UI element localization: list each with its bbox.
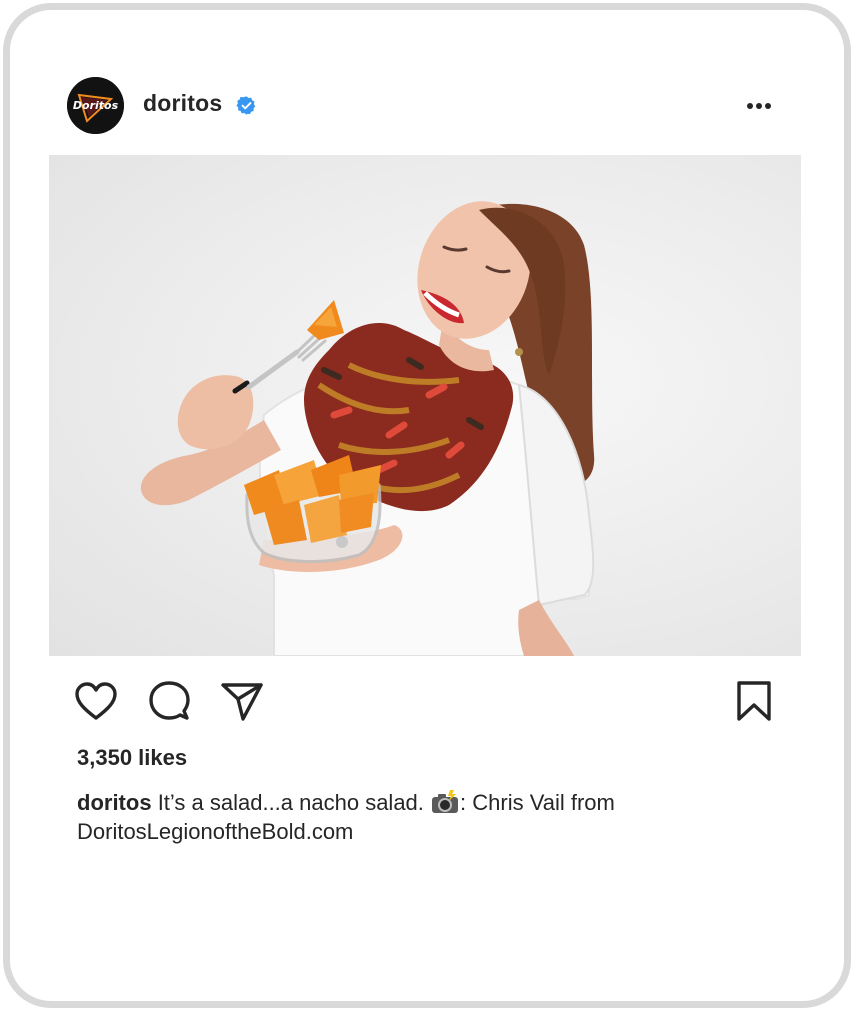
profile-avatar[interactable]: Doritos [67, 77, 124, 134]
caption-link[interactable]: DoritosLegionoftheBold.com [77, 819, 353, 844]
avatar-logo-text: Doritos [73, 99, 119, 112]
comment-icon[interactable] [148, 680, 190, 722]
likes-count[interactable]: 3,350 likes [77, 745, 187, 771]
post-photo[interactable] [49, 155, 801, 656]
bookmark-icon[interactable] [735, 680, 773, 722]
post-caption: doritos It’s a salad...a nacho salad. : … [77, 788, 777, 846]
caption-credit: : Chris Vail from [460, 790, 615, 815]
camera-flash-emoji [432, 790, 459, 813]
heart-icon[interactable] [74, 681, 118, 721]
post-username[interactable]: doritos [143, 90, 222, 117]
caption-username[interactable]: doritos [77, 790, 152, 815]
more-options-icon[interactable] [744, 96, 774, 116]
verified-badge-icon [236, 96, 256, 115]
doritos-logo: Doritos [67, 77, 124, 134]
photo-illustration [140, 201, 595, 656]
caption-text: It’s a salad...a nacho salad. [157, 790, 424, 815]
paper-plane-icon[interactable] [220, 680, 264, 722]
